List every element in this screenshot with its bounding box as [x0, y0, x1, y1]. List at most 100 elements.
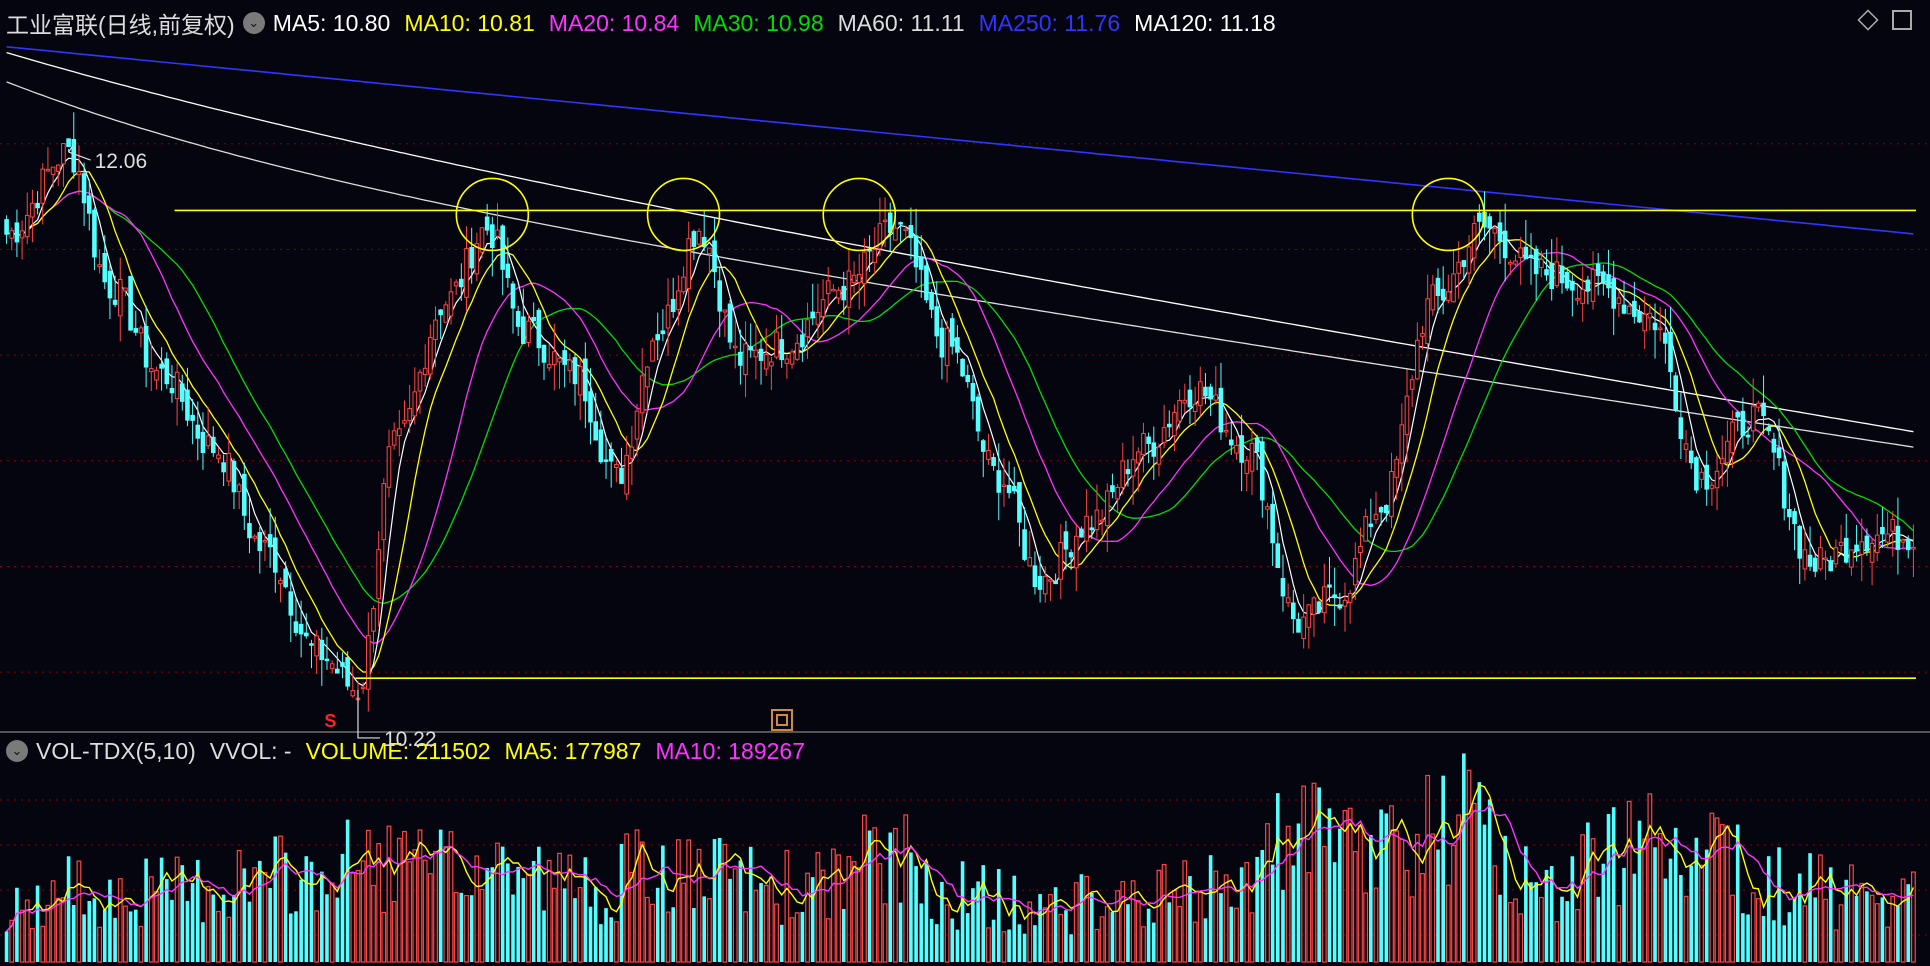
volume-bar	[1596, 896, 1601, 962]
volume-bar	[1120, 880, 1126, 963]
resistance-touch-circle	[822, 177, 897, 252]
candle-body	[991, 457, 996, 467]
candle-body	[825, 280, 831, 295]
volume-bar	[1900, 878, 1906, 963]
candle-body	[1621, 304, 1627, 314]
volume-bar	[154, 891, 159, 963]
candle-body	[1859, 541, 1865, 555]
candle-body	[758, 348, 764, 361]
candle-body	[210, 436, 216, 453]
candle-body	[908, 225, 914, 239]
candle-body	[717, 280, 723, 312]
candle-body	[391, 430, 397, 446]
volume-bar	[1880, 897, 1885, 962]
volume-bar	[1606, 814, 1611, 962]
candle-body	[464, 248, 469, 298]
volume-bar	[526, 873, 531, 963]
candle-body	[1874, 534, 1880, 553]
volume-bar	[732, 868, 738, 963]
volume-bar	[1420, 873, 1425, 963]
volume-bar	[453, 892, 459, 963]
candle-body	[1792, 511, 1797, 525]
candle-body	[598, 429, 604, 463]
volume-bar	[1073, 882, 1079, 963]
volume-bar	[1007, 929, 1011, 962]
candle-body	[1864, 535, 1870, 552]
volume-bar	[728, 878, 732, 962]
candle-body	[1497, 222, 1503, 242]
volume-bar	[1172, 889, 1177, 963]
candle-body	[650, 340, 655, 362]
candle-body	[366, 635, 371, 690]
volume-bar	[459, 892, 464, 962]
candle-body	[1259, 441, 1265, 501]
volume-bar	[784, 849, 790, 963]
candle-body	[712, 240, 717, 273]
volume-bar	[1471, 802, 1477, 963]
volume-bar	[1797, 873, 1802, 962]
candle-body	[1854, 544, 1859, 552]
candle-body	[112, 299, 118, 305]
volume-bar	[1156, 869, 1162, 963]
volume-bar	[613, 921, 619, 963]
candle-body	[309, 643, 314, 646]
volume-bar	[159, 857, 164, 962]
volume-bar	[1311, 782, 1317, 963]
volume-bar	[1369, 834, 1373, 962]
candle-body	[154, 369, 159, 381]
volume-bar	[50, 880, 56, 963]
volume-bar	[609, 917, 613, 962]
candle-body	[593, 421, 598, 441]
volume-bar	[1544, 869, 1549, 962]
volume-bar	[1524, 846, 1528, 962]
candle-body	[1234, 445, 1239, 454]
candle-body	[846, 270, 852, 308]
volume-bar	[201, 922, 205, 962]
candle-body	[562, 350, 567, 365]
candle-body	[1022, 529, 1027, 560]
volume-bar	[531, 860, 536, 962]
volume-bar	[396, 837, 402, 963]
candle-body	[619, 467, 624, 484]
candle-body	[1187, 389, 1193, 408]
volume-bar	[1275, 793, 1280, 962]
volume-bar	[87, 900, 92, 962]
volume-bar	[1017, 924, 1022, 962]
volume-bar	[1192, 921, 1198, 963]
candle-body	[1311, 597, 1317, 615]
candle-body	[1363, 516, 1368, 542]
candle-body	[1719, 458, 1725, 465]
candle-body	[1280, 577, 1286, 597]
volume-bar	[634, 829, 640, 963]
candle-body	[86, 195, 92, 214]
square-marker-icon-inner	[776, 714, 788, 726]
candle-body	[996, 470, 1002, 493]
candle-body	[107, 270, 113, 299]
candle-body	[169, 387, 175, 394]
candle-body	[278, 579, 283, 585]
volume-bar	[661, 845, 665, 962]
candle-body	[1373, 513, 1379, 521]
volume-bar	[407, 861, 413, 963]
volume-bar	[800, 911, 805, 962]
volume-bar	[30, 927, 35, 963]
volume-bar	[325, 894, 329, 962]
candle-body	[1590, 268, 1596, 302]
candle-body	[1048, 579, 1053, 582]
candle-body	[872, 249, 878, 263]
volume-bar	[1265, 823, 1270, 963]
volume-bar	[164, 879, 169, 962]
volume-bar	[1239, 867, 1244, 962]
candle-body	[634, 410, 640, 440]
candle-body	[1502, 230, 1508, 259]
candle-body	[1347, 592, 1353, 603]
volume-bar	[236, 849, 242, 963]
candle-body	[1750, 405, 1756, 432]
volume-bar	[360, 860, 366, 963]
volume-bar	[495, 842, 500, 963]
ma120-line	[6, 51, 1914, 433]
candle-body	[1838, 541, 1844, 546]
volume-bar	[1772, 920, 1776, 962]
candle-body	[1533, 248, 1539, 275]
volume-bar	[443, 846, 449, 963]
